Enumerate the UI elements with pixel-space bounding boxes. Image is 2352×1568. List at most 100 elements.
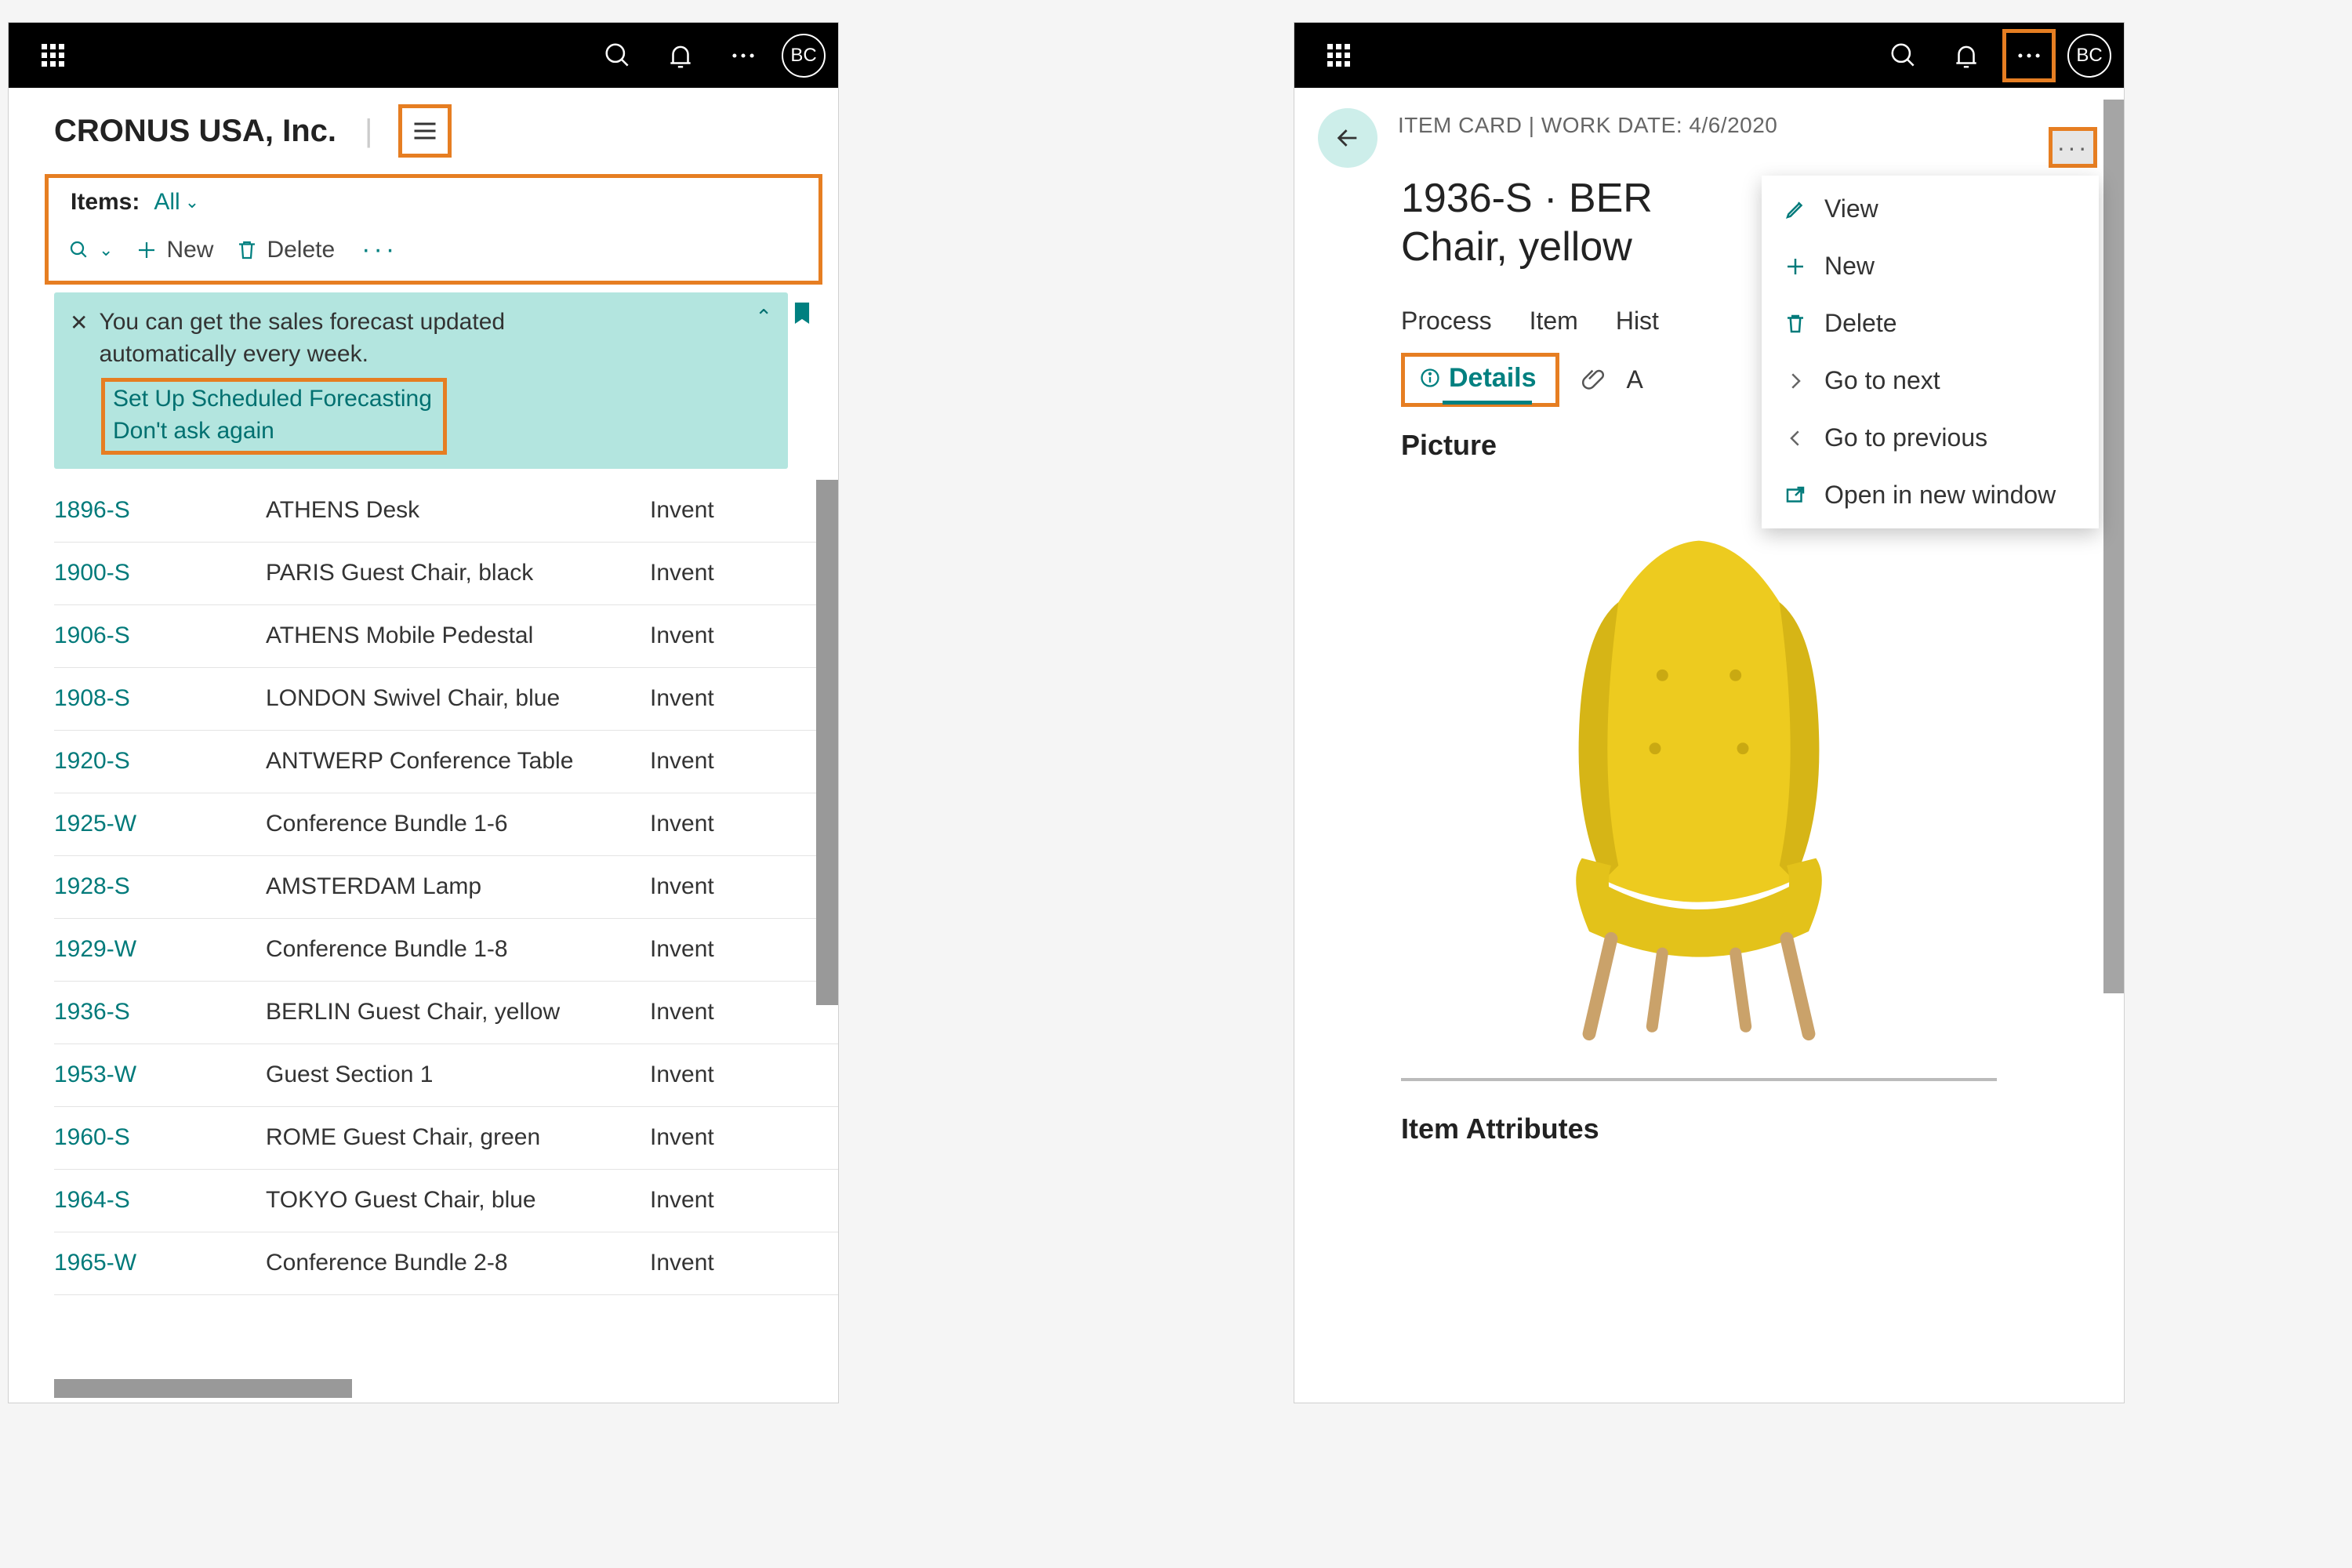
- table-row[interactable]: 1929-WConference Bundle 1-8Invent: [54, 919, 838, 982]
- details-tab[interactable]: Details: [1401, 353, 1559, 407]
- attach-label: A: [1627, 365, 1643, 394]
- item-type: Invent: [650, 748, 714, 775]
- item-no[interactable]: 1953-W: [54, 1062, 266, 1088]
- app-launcher-icon[interactable]: [1324, 42, 1352, 70]
- item-no[interactable]: 1908-S: [54, 685, 266, 712]
- item-desc: AMSTERDAM Lamp: [266, 873, 650, 900]
- menu-go-previous[interactable]: Go to previous: [1762, 409, 2099, 466]
- table-row[interactable]: 1928-SAMSTERDAM LampInvent: [54, 856, 838, 919]
- chevron-down-icon: ⌄: [99, 240, 113, 260]
- table-row[interactable]: 1896-SATHENS DeskInvent: [54, 480, 838, 543]
- table-row[interactable]: 1936-SBERLIN Guest Chair, yellowInvent: [54, 982, 838, 1044]
- table-row[interactable]: 1925-WConference Bundle 1-6Invent: [54, 793, 838, 856]
- item-desc: PARIS Guest Chair, black: [266, 560, 650, 586]
- item-type: Invent: [650, 1062, 714, 1088]
- items-table: 1896-SATHENS DeskInvent1900-SPARIS Guest…: [54, 480, 838, 1295]
- top-bar: BC: [1294, 23, 2124, 88]
- app-launcher-icon[interactable]: [38, 42, 67, 70]
- item-desc: ANTWERP Conference Table: [266, 748, 650, 775]
- filter-actions-block: Items: All⌄ ⌄ New Delete ···: [45, 174, 822, 285]
- item-type: Invent: [650, 1250, 714, 1276]
- vertical-scrollbar[interactable]: [816, 480, 838, 1005]
- item-type: Invent: [650, 999, 714, 1025]
- menu-delete[interactable]: Delete: [1762, 295, 2099, 352]
- phone-left: BC CRONUS USA, Inc. | Items: All⌄ ⌄ New: [8, 22, 839, 1403]
- item-no[interactable]: 1960-S: [54, 1124, 266, 1151]
- dont-ask-link[interactable]: Don't ask again: [113, 415, 432, 447]
- search-icon[interactable]: [593, 31, 642, 80]
- chevron-up-icon[interactable]: ⌃: [755, 305, 772, 329]
- table-row[interactable]: 1964-STOKYO Guest Chair, blueInvent: [54, 1170, 838, 1232]
- horizontal-scrollbar[interactable]: [54, 1379, 352, 1398]
- item-desc: Conference Bundle 2-8: [266, 1250, 650, 1276]
- table-row[interactable]: 1953-WGuest Section 1Invent: [54, 1044, 838, 1107]
- item-type: Invent: [650, 1187, 714, 1214]
- chevron-down-icon: ⌄: [185, 192, 199, 212]
- item-type: Invent: [650, 811, 714, 837]
- item-no[interactable]: 1965-W: [54, 1250, 266, 1276]
- tab-process[interactable]: Process: [1401, 307, 1492, 336]
- vertical-scrollbar[interactable]: [2103, 100, 2124, 993]
- item-desc: Conference Bundle 1-8: [266, 936, 650, 963]
- item-desc: LONDON Swivel Chair, blue: [266, 685, 650, 712]
- setup-forecasting-link[interactable]: Set Up Scheduled Forecasting: [113, 383, 432, 415]
- item-no[interactable]: 1936-S: [54, 999, 266, 1025]
- item-no[interactable]: 1925-W: [54, 811, 266, 837]
- page-actions-menu: View New Delete Go to next Go to previou…: [1762, 176, 2099, 528]
- bell-icon[interactable]: [1942, 31, 1991, 80]
- more-icon[interactable]: [2005, 31, 2053, 80]
- item-type: Invent: [650, 936, 714, 963]
- top-bar: BC: [9, 23, 838, 88]
- new-button[interactable]: New: [135, 237, 213, 263]
- item-no[interactable]: 1964-S: [54, 1187, 266, 1214]
- close-icon[interactable]: ✕: [70, 307, 88, 336]
- notification-message: You can get the sales forecast updated a…: [99, 307, 585, 370]
- menu-view[interactable]: View: [1762, 180, 2099, 238]
- divider: |: [365, 114, 372, 149]
- bookmark-icon[interactable]: [789, 300, 815, 329]
- item-type: Invent: [650, 873, 714, 900]
- item-desc: Guest Section 1: [266, 1062, 650, 1088]
- item-desc: BERLIN Guest Chair, yellow: [266, 999, 650, 1025]
- table-row[interactable]: 1900-SPARIS Guest Chair, blackInvent: [54, 543, 838, 605]
- hamburger-menu-icon[interactable]: [401, 107, 449, 155]
- items-label: Items:: [71, 189, 140, 216]
- item-no[interactable]: 1928-S: [54, 873, 266, 900]
- item-no[interactable]: 1920-S: [54, 748, 266, 775]
- item-type: Invent: [650, 560, 714, 586]
- item-picture: [1401, 477, 1997, 1081]
- item-type: Invent: [650, 497, 714, 524]
- item-no[interactable]: 1896-S: [54, 497, 266, 524]
- table-row[interactable]: 1908-SLONDON Swivel Chair, blueInvent: [54, 668, 838, 731]
- more-actions-icon[interactable]: ···: [357, 234, 402, 265]
- item-desc: TOKYO Guest Chair, blue: [266, 1187, 650, 1214]
- item-desc: ATHENS Mobile Pedestal: [266, 622, 650, 649]
- search-icon[interactable]: [1879, 31, 1928, 80]
- search-dropdown[interactable]: ⌄: [67, 238, 113, 262]
- item-no[interactable]: 1906-S: [54, 622, 266, 649]
- menu-go-next[interactable]: Go to next: [1762, 352, 2099, 409]
- table-row[interactable]: 1965-WConference Bundle 2-8Invent: [54, 1232, 838, 1295]
- phone-right: BC ··· ITEM CARD | WORK DATE: 4/6/2020 1…: [1294, 22, 2125, 1403]
- menu-open-new-window[interactable]: Open in new window: [1762, 466, 2099, 524]
- items-filter-value[interactable]: All⌄: [154, 189, 199, 216]
- tab-history[interactable]: Hist: [1616, 307, 1659, 336]
- table-row[interactable]: 1906-SATHENS Mobile PedestalInvent: [54, 605, 838, 668]
- bell-icon[interactable]: [656, 31, 705, 80]
- avatar[interactable]: BC: [2067, 34, 2111, 78]
- item-no[interactable]: 1900-S: [54, 560, 266, 586]
- back-button[interactable]: [1318, 108, 1377, 168]
- menu-new[interactable]: New: [1762, 238, 2099, 295]
- table-row[interactable]: 1960-SROME Guest Chair, greenInvent: [54, 1107, 838, 1170]
- item-no[interactable]: 1929-W: [54, 936, 266, 963]
- more-icon[interactable]: [719, 31, 768, 80]
- table-row[interactable]: 1920-SANTWERP Conference TableInvent: [54, 731, 838, 793]
- avatar[interactable]: BC: [782, 34, 826, 78]
- tab-item[interactable]: Item: [1530, 307, 1578, 336]
- card-more-icon[interactable]: ···: [2049, 127, 2097, 168]
- attachment-icon[interactable]: [1581, 366, 1605, 394]
- delete-button[interactable]: Delete: [235, 237, 335, 263]
- item-type: Invent: [650, 1124, 714, 1151]
- card-breadcrumb: ITEM CARD | WORK DATE: 4/6/2020: [1398, 107, 1777, 138]
- item-desc: ATHENS Desk: [266, 497, 650, 524]
